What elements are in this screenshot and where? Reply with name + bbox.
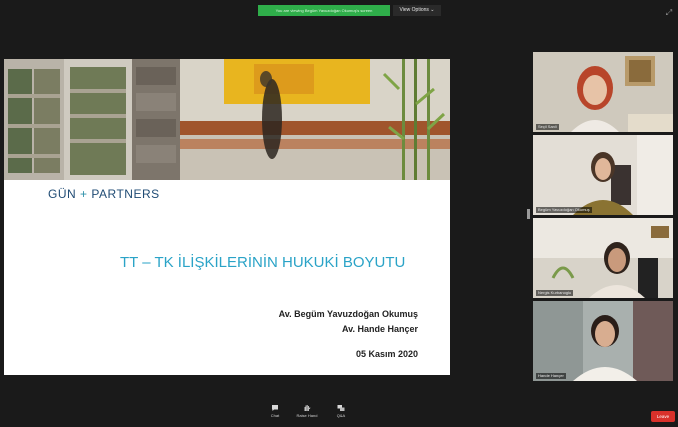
qa-button[interactable]: Q&A <box>324 404 358 426</box>
participant-video-tile[interactable]: Seçil Sanli <box>533 52 673 132</box>
participant-name: Hande Hançer <box>536 373 566 379</box>
presenter-name-2: Av. Hande Hançer <box>341 324 418 334</box>
participant-name: Begüm Yavuzdoğan Okumuş <box>536 207 592 213</box>
participant-video <box>533 301 673 381</box>
participant-video <box>533 135 673 215</box>
view-options-button[interactable]: View Options ⌄ <box>393 5 441 16</box>
participant-name: Nergis Kurbanoglu <box>536 290 574 296</box>
slide-title: TT – TK İLİŞKİLERİNİN HUKUKİ BOYUTU <box>120 254 406 271</box>
leave-button[interactable]: Leave <box>651 411 675 422</box>
gun-partners-logo: GÜN + PARTNERS <box>48 187 160 201</box>
presenter-name-1: Av. Begüm Yavuzdoğan Okumuş <box>278 309 418 319</box>
raise-hand-button[interactable]: Raise Hand <box>290 404 324 426</box>
qa-label: Q&A <box>336 413 346 418</box>
participant-name: Seçil Sanli <box>536 124 559 130</box>
participant-video <box>533 52 673 132</box>
fullscreen-icon[interactable]: ⤢ <box>664 8 674 18</box>
hand-icon <box>304 405 311 411</box>
chat-button[interactable]: Chat <box>258 404 292 426</box>
panel-resize-handle[interactable] <box>527 209 530 219</box>
screen-share-banner: You are viewing Begüm Yavuzdoğan Okumuş'… <box>258 5 390 16</box>
logo-plus: + <box>80 187 88 201</box>
presentation-date: 05 Kasım 2020 <box>355 349 418 359</box>
logo-text-left: GÜN <box>48 187 77 201</box>
shared-screen-slide: GÜN + PARTNERS TT – TK İLİŞKİLERİNİN HUK… <box>4 59 450 375</box>
chat-icon <box>272 405 278 411</box>
slide-header-photo <box>4 59 450 180</box>
participant-video-tile[interactable]: Hande Hançer <box>533 301 673 381</box>
participant-video-tile[interactable]: Nergis Kurbanoglu <box>533 218 673 298</box>
participant-video <box>533 218 673 298</box>
qa-icon <box>337 405 345 411</box>
logo-text-right: PARTNERS <box>91 187 160 201</box>
participant-video-tile[interactable]: Begüm Yavuzdoğan Okumuş <box>533 135 673 215</box>
zoom-webinar-window: You are viewing Begüm Yavuzdoğan Okumuş'… <box>0 0 678 427</box>
office-photo <box>4 59 450 180</box>
raise-hand-label: Raise Hand <box>296 413 318 418</box>
chat-label: Chat <box>270 413 280 418</box>
